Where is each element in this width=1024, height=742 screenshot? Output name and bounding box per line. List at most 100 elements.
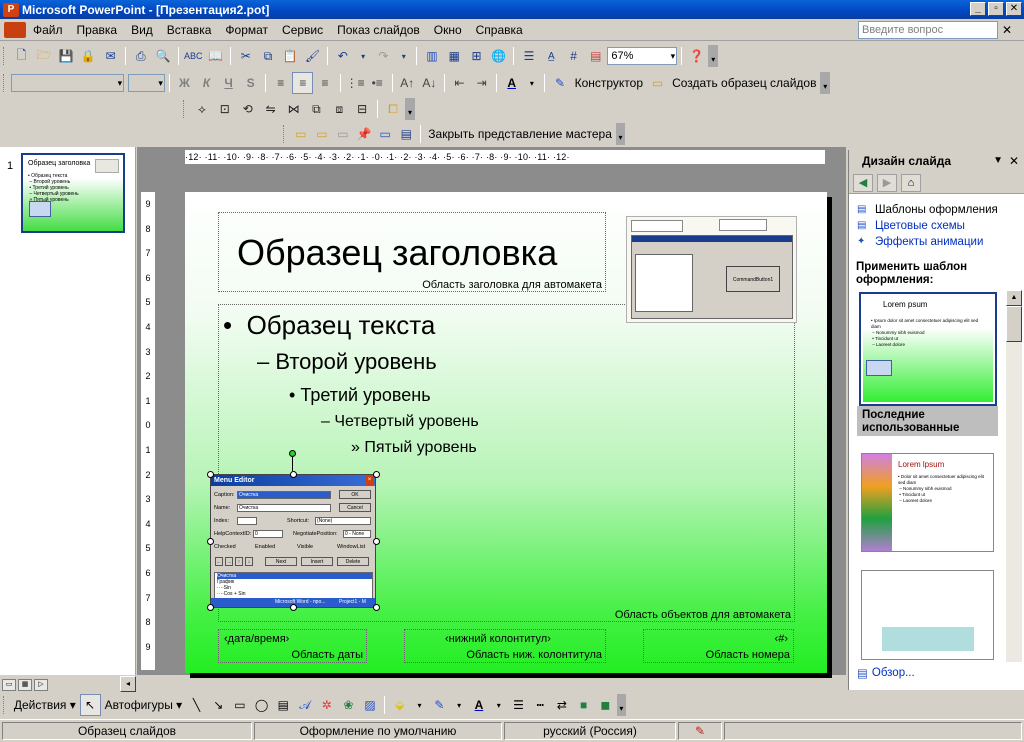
save-icon[interactable]: 💾: [55, 45, 76, 67]
help-search-input[interactable]: Введите вопрос: [858, 21, 998, 39]
insert-title-master-icon[interactable]: ▭: [312, 123, 332, 145]
text-level-1[interactable]: • Образец текста: [223, 310, 435, 341]
task-pane-close-icon[interactable]: ✕: [1009, 150, 1019, 172]
picture-vba-editor[interactable]: CommandButton1: [626, 216, 797, 323]
order-icon[interactable]: ⊟: [351, 98, 373, 120]
font-color-icon[interactable]: A: [501, 72, 522, 94]
template-recent-1[interactable]: Lorem lpsum • Dolor sit amet consectetue…: [861, 453, 994, 552]
textbox-icon[interactable]: ▤: [273, 694, 294, 716]
resize-handle[interactable]: [373, 538, 380, 545]
hyperlink-icon[interactable]: 🌐: [488, 45, 509, 67]
decrease-indent-icon[interactable]: ⇤: [449, 72, 470, 94]
resize-handle[interactable]: [207, 538, 214, 545]
increase-indent-icon[interactable]: ⇥: [471, 72, 492, 94]
arrow-style-icon[interactable]: ⇄: [552, 694, 573, 716]
zoom-select[interactable]: 67%: [607, 47, 678, 65]
chart-icon[interactable]: ▥: [421, 45, 442, 67]
align-left-icon[interactable]: ≡: [270, 72, 291, 94]
animation-schemes-link[interactable]: ✦ Эффекты анимации: [857, 234, 998, 250]
expand-all-icon[interactable]: ☰: [518, 45, 539, 67]
bring-front-icon[interactable]: ⧉: [305, 98, 327, 120]
toolbar-grip[interactable]: [3, 74, 7, 92]
redo-icon[interactable]: ↷: [373, 45, 394, 67]
align-objects-icon[interactable]: ⟡: [191, 98, 213, 120]
resize-handle[interactable]: [207, 471, 214, 478]
template-recent-2[interactable]: [861, 570, 994, 660]
color-grayscale-icon[interactable]: ▤: [585, 45, 606, 67]
decrease-font-icon[interactable]: A↓: [419, 72, 440, 94]
edit-points-icon[interactable]: ⧠: [382, 98, 404, 120]
menu-help[interactable]: Справка: [469, 19, 530, 41]
line-style-icon[interactable]: ☰: [508, 694, 529, 716]
menu-view[interactable]: Вид: [124, 19, 160, 41]
oval-icon[interactable]: ◯: [251, 694, 272, 716]
slide-thumbnail[interactable]: Образец заголовка • Образец текста – Вто…: [21, 153, 125, 233]
rectangle-icon[interactable]: ▭: [230, 694, 251, 716]
designer-button[interactable]: Конструктор: [572, 76, 646, 90]
text-level-3[interactable]: • Третий уровень: [289, 385, 431, 406]
undo-dropdown-icon[interactable]: ▾: [354, 45, 371, 67]
number-placeholder[interactable]: ‹#› Область номера: [643, 629, 794, 663]
shadow-button[interactable]: S: [240, 72, 261, 94]
rotate-icon[interactable]: ⟲: [237, 98, 259, 120]
autoshapes-menu[interactable]: Автофигуры ▾: [102, 698, 186, 712]
document-icon[interactable]: [4, 21, 26, 38]
flip-icon[interactable]: ⇋: [260, 98, 282, 120]
rename-master-icon[interactable]: ▭: [375, 123, 395, 145]
forward-icon[interactable]: ▶: [877, 173, 897, 192]
slideshow-icon[interactable]: ▷: [34, 678, 48, 691]
close-master-view-button[interactable]: Закрыть представление мастера: [425, 127, 615, 141]
dash-style-icon[interactable]: ┅: [530, 694, 551, 716]
design-templates-link[interactable]: ▤ Шаблоны оформления: [857, 202, 998, 218]
delete-master-icon[interactable]: ▭: [333, 123, 353, 145]
powerpoint-icon[interactable]: P: [3, 2, 19, 17]
scroll-left-icon[interactable]: ◂: [120, 676, 136, 692]
resize-handle[interactable]: [207, 604, 214, 611]
underline-button[interactable]: Ч: [218, 72, 239, 94]
group-icon[interactable]: ⊡: [214, 98, 236, 120]
actions-menu[interactable]: Действия ▾: [11, 698, 79, 712]
font-color-draw-dropdown-icon[interactable]: ▾: [490, 694, 507, 716]
bold-button[interactable]: Ж: [174, 72, 195, 94]
diagram-icon[interactable]: ✲: [316, 694, 337, 716]
cut-icon[interactable]: ✂: [235, 45, 256, 67]
paste-icon[interactable]: 📋: [280, 45, 301, 67]
resize-handle[interactable]: [290, 604, 297, 611]
copy-icon[interactable]: ⧉: [257, 45, 278, 67]
print-preview-icon[interactable]: 🔍: [152, 45, 173, 67]
font-name-select[interactable]: [10, 74, 125, 92]
toolbar-grip[interactable]: [3, 47, 7, 65]
line-color-dropdown-icon[interactable]: ▾: [451, 694, 468, 716]
show-grid-icon[interactable]: #: [563, 45, 584, 67]
increase-font-icon[interactable]: A↑: [397, 72, 418, 94]
show-formatting-icon[interactable]: A̲: [541, 45, 562, 67]
distribute-icon[interactable]: ⋈: [283, 98, 305, 120]
scroll-thumb[interactable]: [1006, 306, 1022, 342]
bullets-icon[interactable]: •≡: [367, 72, 388, 94]
slide-master[interactable]: Область заголовка для автомакета Образец…: [185, 192, 827, 673]
designer-icon[interactable]: ✎: [549, 72, 570, 94]
line-color-icon[interactable]: ✎: [429, 694, 450, 716]
footer-placeholder[interactable]: ‹нижний колонтитул› Область ниж. колонти…: [404, 629, 606, 663]
fill-dropdown-icon[interactable]: ▾: [411, 694, 428, 716]
close-button[interactable]: ✕: [1006, 2, 1022, 16]
text-level-4[interactable]: – Четвертый уровень: [321, 413, 479, 431]
toolbar-options-icon[interactable]: ▾: [405, 98, 415, 120]
menu-edit[interactable]: Правка: [70, 19, 125, 41]
toolbar-grip[interactable]: [183, 100, 187, 118]
date-placeholder[interactable]: ‹дата/время› Область даты: [218, 629, 367, 663]
scroll-up-icon[interactable]: ▲: [1006, 290, 1022, 306]
align-right-icon[interactable]: ≡: [314, 72, 335, 94]
task-pane-menu-icon[interactable]: ▼: [993, 150, 1003, 172]
maximize-button[interactable]: ▫: [988, 2, 1004, 16]
undo-icon[interactable]: ↶: [332, 45, 353, 67]
document-close-icon[interactable]: ✕: [1002, 23, 1012, 37]
menu-tools[interactable]: Сервис: [275, 19, 330, 41]
back-icon[interactable]: ◀: [853, 173, 873, 192]
template-current[interactable]: Lorem psum • Ipsum dolor sit amet consec…: [859, 292, 997, 406]
3d-style-icon[interactable]: ◼: [595, 694, 616, 716]
research-icon[interactable]: 📖: [205, 45, 226, 67]
fill-color-icon[interactable]: ⬙: [389, 694, 410, 716]
menu-file[interactable]: Файл: [26, 19, 70, 41]
menu-window[interactable]: Окно: [427, 19, 469, 41]
